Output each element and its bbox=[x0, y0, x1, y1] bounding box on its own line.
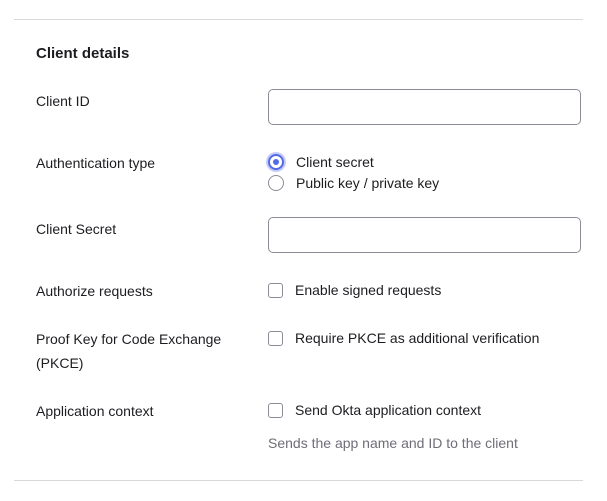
client-secret-radio-label: Client secret bbox=[296, 154, 374, 170]
client-secret-radio[interactable] bbox=[268, 154, 284, 170]
client-details-form: Client details Client ID Authentication … bbox=[0, 0, 607, 501]
app-context-option[interactable]: Send Okta application context bbox=[268, 400, 481, 420]
app-context-helper-text: Sends the app name and ID to the client bbox=[268, 435, 518, 451]
signed-requests-checkbox[interactable] bbox=[268, 282, 283, 298]
public-key-radio-label: Public key / private key bbox=[296, 175, 440, 191]
signed-requests-option[interactable]: Enable signed requests bbox=[268, 280, 441, 300]
app-context-checkbox[interactable] bbox=[268, 402, 283, 418]
client-id-label: Client ID bbox=[36, 93, 90, 109]
pkce-label: Proof Key for Code Exchange (PKCE) bbox=[36, 327, 256, 375]
pkce-option-label: Require PKCE as additional verification bbox=[295, 330, 540, 346]
auth-type-label: Authentication type bbox=[36, 155, 156, 171]
auth-type-option-client-secret[interactable]: Client secret bbox=[268, 152, 374, 172]
public-key-radio[interactable] bbox=[268, 175, 284, 191]
authorize-requests-label: Authorize requests bbox=[36, 283, 153, 299]
top-divider bbox=[14, 19, 583, 20]
client-secret-label: Client Secret bbox=[36, 221, 117, 237]
client-secret-input[interactable] bbox=[268, 217, 581, 253]
app-context-label: Application context bbox=[36, 403, 154, 419]
signed-requests-label: Enable signed requests bbox=[295, 282, 442, 298]
section-title: Client details bbox=[36, 45, 130, 62]
bottom-divider bbox=[14, 480, 583, 481]
app-context-option-label: Send Okta application context bbox=[295, 402, 482, 418]
pkce-checkbox[interactable] bbox=[268, 330, 283, 346]
pkce-label-line2: (PKCE) bbox=[36, 355, 84, 371]
auth-type-option-public-key[interactable]: Public key / private key bbox=[268, 173, 439, 193]
pkce-label-line1: Proof Key for Code Exchange bbox=[36, 331, 222, 347]
pkce-option[interactable]: Require PKCE as additional verification bbox=[268, 328, 539, 348]
client-id-input[interactable] bbox=[268, 89, 581, 125]
